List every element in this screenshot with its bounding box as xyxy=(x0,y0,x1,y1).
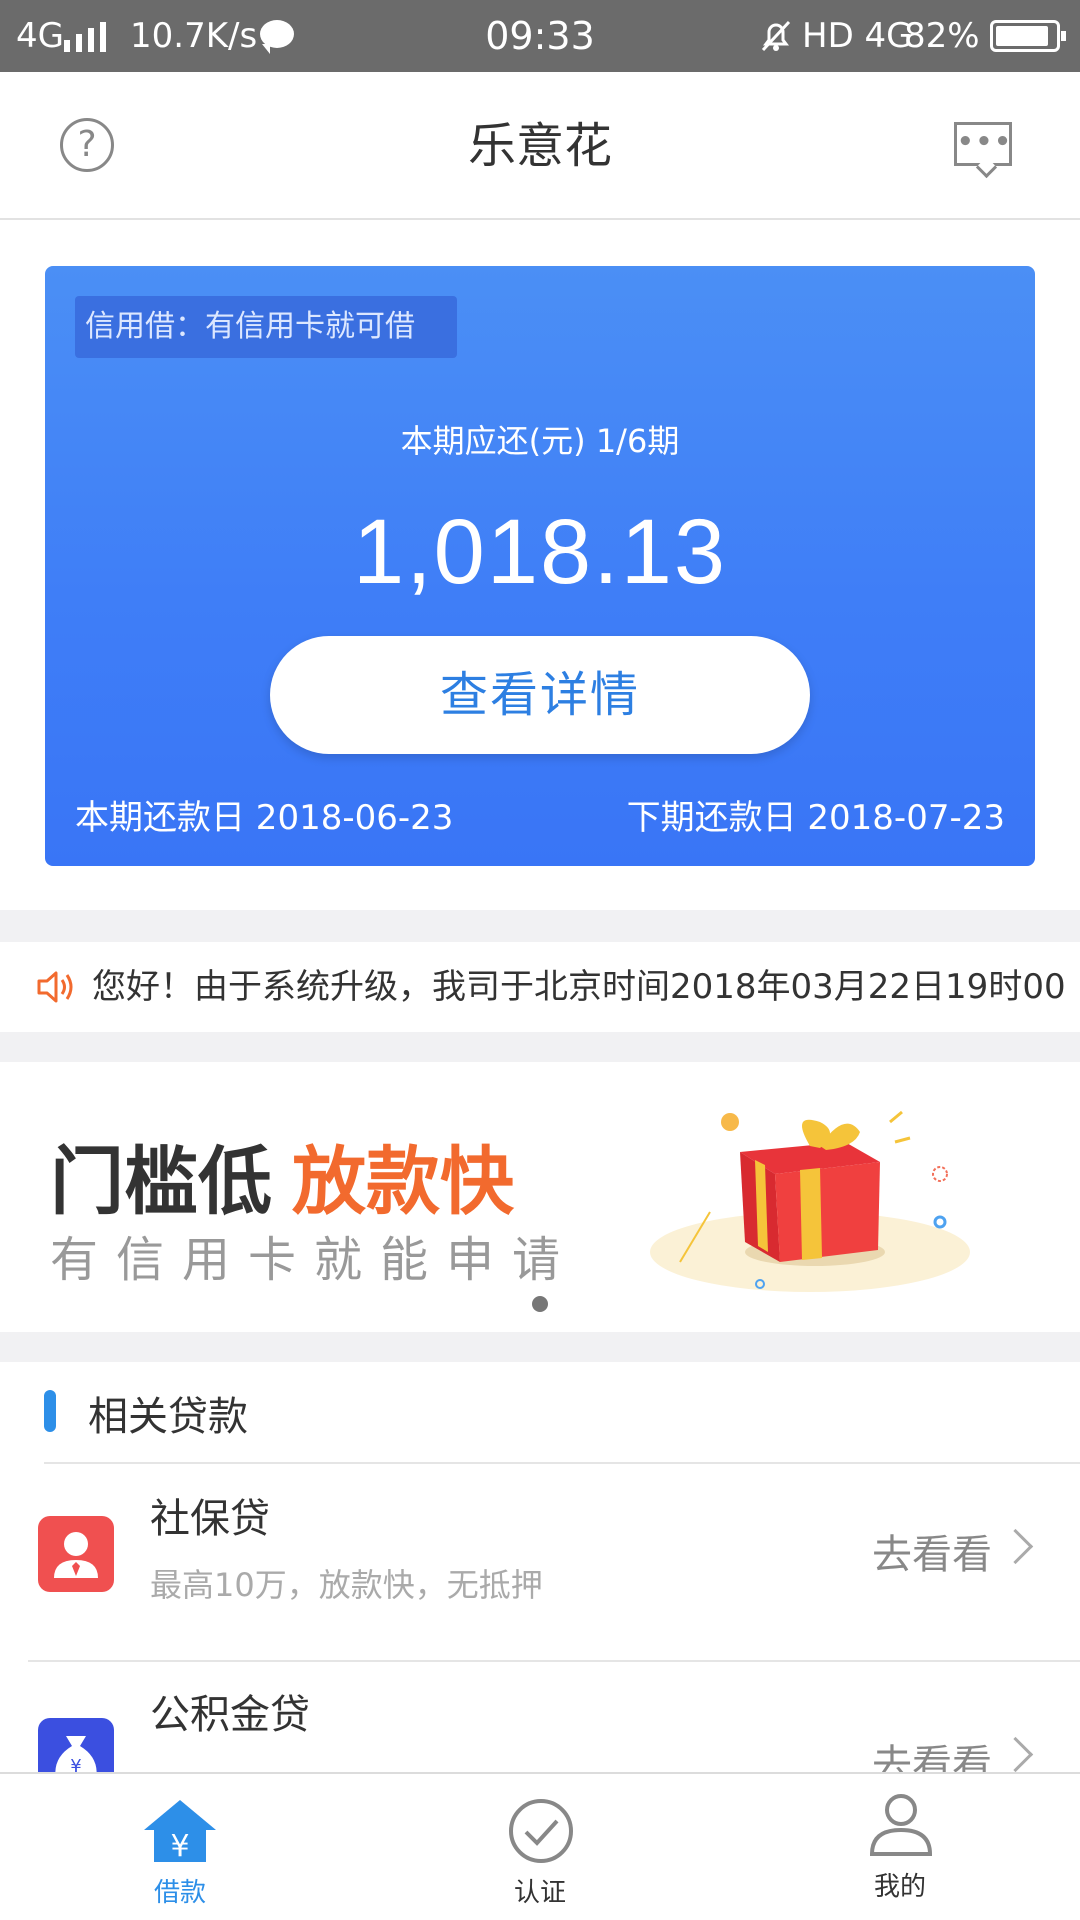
next-due-date: 下期还款日 2018-07-23 xyxy=(626,798,1005,838)
page-title: 乐意花 xyxy=(467,118,612,174)
app-header: ? 乐意花 ••• xyxy=(0,72,1080,220)
tab-mine[interactable]: 我的 xyxy=(800,1774,1000,1920)
tab-label: 我的 xyxy=(873,1872,926,1902)
chevron-right-icon xyxy=(997,1736,1034,1772)
divider xyxy=(44,1462,1080,1464)
status-indicators: HD 4G xyxy=(802,16,913,56)
svg-text:¥: ¥ xyxy=(170,1829,189,1864)
loan-description: 最高10万，放款快，无抵押 xyxy=(150,1566,543,1604)
chevron-right-icon xyxy=(997,1528,1034,1565)
mute-bell-icon xyxy=(761,20,791,52)
check-circle-icon xyxy=(509,1799,573,1863)
tab-loan[interactable]: ¥ 借款 xyxy=(80,1774,280,1920)
battery-icon xyxy=(990,20,1066,52)
repayment-card: 信用借：有信用卡就可借 本期应还(元) 1/6期 1,018.13 查看详情 本… xyxy=(45,266,1035,866)
tab-label: 认证 xyxy=(513,1878,566,1908)
related-loans-section: 相关贷款 社保贷 最高10万，放款快，无抵押 去看看 ¥ 公积金贷 去看看 xyxy=(0,1362,1080,1772)
speaker-icon xyxy=(37,971,73,1003)
home-yen-icon: ¥ xyxy=(144,1800,216,1864)
tab-label: 借款 xyxy=(153,1878,206,1908)
status-bar: 4G 10.7K/s 09:33 HD 4G 82% xyxy=(0,0,1080,72)
banner-headline-plain: 门槛低 xyxy=(50,1139,272,1225)
go-see-link[interactable]: 去看看 xyxy=(872,1522,992,1580)
loan-item-housing-fund[interactable]: ¥ 公积金贷 去看看 xyxy=(0,1662,1080,1772)
battery-percent: 82% xyxy=(904,16,980,56)
promo-banner[interactable]: 门槛低 放款快 有信用卡就能申请 xyxy=(0,1062,1080,1332)
section-title: 相关贷款 xyxy=(88,1394,248,1440)
tab-verify[interactable]: 认证 xyxy=(440,1774,640,1920)
social-security-icon xyxy=(38,1516,114,1592)
view-details-button[interactable]: 查看详情 xyxy=(270,636,810,754)
banner-headline: 门槛低 放款快 xyxy=(50,1122,514,1229)
bottom-tab-bar: ¥ 借款 认证 我的 xyxy=(0,1772,1080,1920)
due-amount: 1,018.13 xyxy=(352,501,728,603)
loan-item-social-security[interactable]: 社保贷 最高10万，放款快，无抵押 去看看 xyxy=(0,1466,1080,1662)
notice-text: 您好！由于系统升级，我司于北京时间2018年03月22日19时00 xyxy=(92,967,1066,1007)
notice-bar[interactable]: 您好！由于系统升级，我司于北京时间2018年03月22日19时00 xyxy=(0,942,1080,1032)
loan-name: 公积金贷 xyxy=(150,1692,310,1738)
svg-text:¥: ¥ xyxy=(70,1756,81,1772)
due-amount-label: 本期应还(元) 1/6期 xyxy=(400,422,680,460)
money-bag-icon: ¥ xyxy=(38,1718,114,1772)
carousel-indicator[interactable] xyxy=(532,1296,548,1312)
banner-subline: 有信用卡就能申请 xyxy=(50,1232,579,1288)
product-tag: 信用借：有信用卡就可借 xyxy=(75,296,457,358)
loan-name: 社保贷 xyxy=(150,1496,270,1542)
banner-headline-highlight: 放款快 xyxy=(292,1139,514,1225)
user-icon xyxy=(869,1794,933,1856)
current-due-date: 本期还款日 2018-06-23 xyxy=(75,798,454,838)
gift-box-illustration xyxy=(650,1110,970,1292)
message-bubble-icon[interactable]: ••• xyxy=(954,122,1012,166)
go-see-link[interactable]: 去看看 xyxy=(872,1732,992,1772)
section-accent-bar xyxy=(44,1390,56,1432)
